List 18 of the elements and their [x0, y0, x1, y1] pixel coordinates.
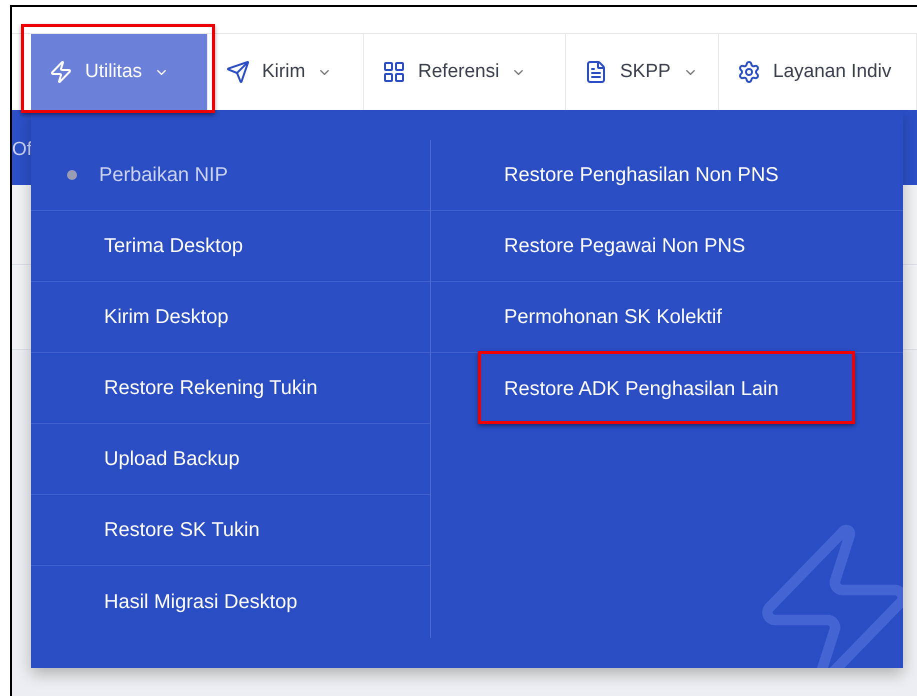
- page-heading: Of: [12, 138, 32, 162]
- menu-item[interactable]: Terima Desktop: [31, 231, 243, 261]
- menu-item[interactable]: Upload Backup: [31, 444, 240, 474]
- grid-icon: [382, 60, 406, 84]
- menu-item[interactable]: Perbaikan NIP: [31, 160, 228, 190]
- menu-item[interactable]: Restore Pegawai Non PNS: [431, 231, 746, 261]
- menu-item[interactable]: Permohonan SK Kolektif: [431, 302, 722, 332]
- document-icon: [584, 60, 608, 84]
- menu-item[interactable]: Restore Rekening Tukin: [31, 373, 318, 403]
- menu-item[interactable]: Kirim Desktop: [31, 302, 228, 332]
- lightning-icon: [49, 60, 73, 84]
- paper-plane-icon: [226, 60, 250, 84]
- nav-tab[interactable]: Utilitas: [31, 34, 208, 110]
- menu-item[interactable]: Restore ADK Penghasilan Lain: [431, 374, 779, 404]
- menu-item[interactable]: Restore SK Tukin: [31, 515, 260, 545]
- settings-icon: [737, 60, 761, 84]
- menu-item[interactable]: Hasil Migrasi Desktop: [31, 586, 298, 616]
- menu-item[interactable]: Restore Penghasilan Non PNS: [431, 160, 779, 190]
